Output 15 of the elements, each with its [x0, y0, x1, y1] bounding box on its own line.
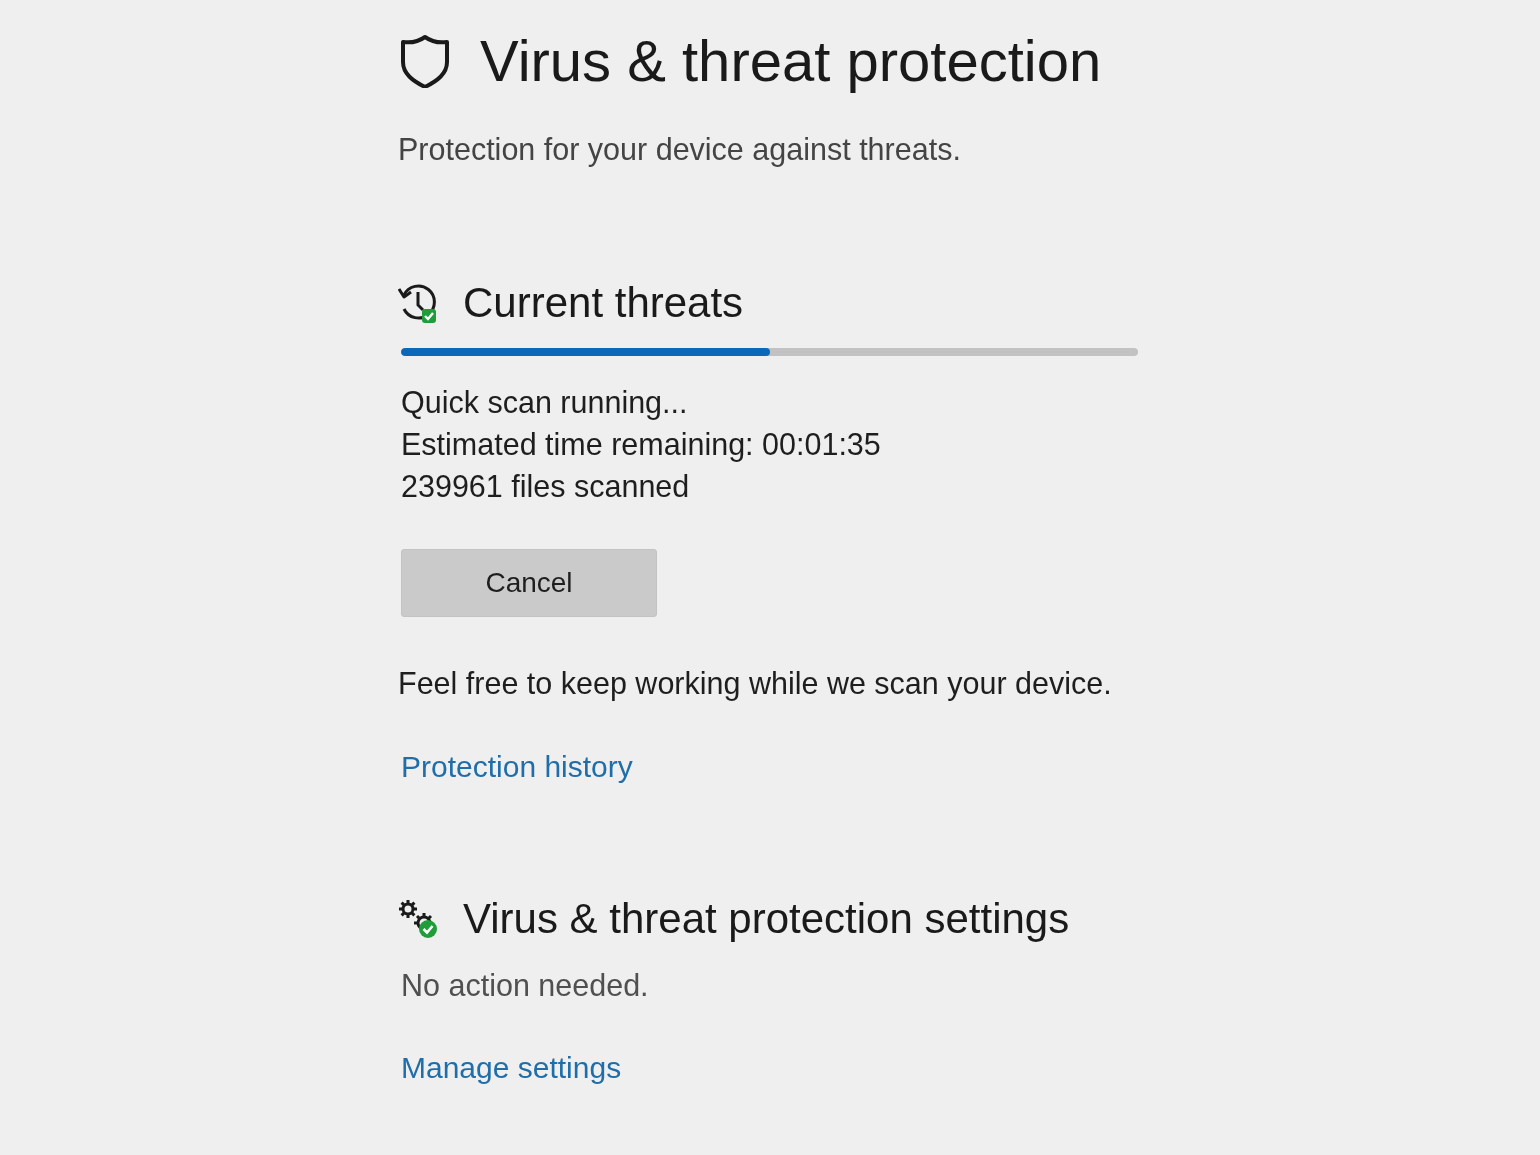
- cancel-button[interactable]: Cancel: [401, 549, 657, 617]
- gears-check-icon: [398, 899, 438, 939]
- scan-status-text: Quick scan running...: [401, 384, 689, 422]
- page-title: Virus & threat protection: [480, 28, 1102, 94]
- manage-settings-link[interactable]: Manage settings: [401, 1048, 622, 1088]
- scan-status-text: Estimated time remaining: 00:01:35: [401, 426, 882, 464]
- section-heading: Virus & threat protection settings: [463, 895, 1070, 943]
- history-clock-check-icon: [398, 283, 438, 323]
- protection-history-link[interactable]: Protection history: [401, 747, 633, 787]
- status-text: No action needed.: [401, 967, 650, 1004]
- page-subtitle: Protection for your device against threats.: [398, 131, 962, 169]
- shield-icon: [398, 34, 452, 88]
- section-heading: Current threats: [463, 279, 744, 327]
- scan-status-text: 239961 files scanned: [401, 468, 691, 505]
- info-text: Feel free to keep working while we scan your device.: [398, 665, 1113, 703]
